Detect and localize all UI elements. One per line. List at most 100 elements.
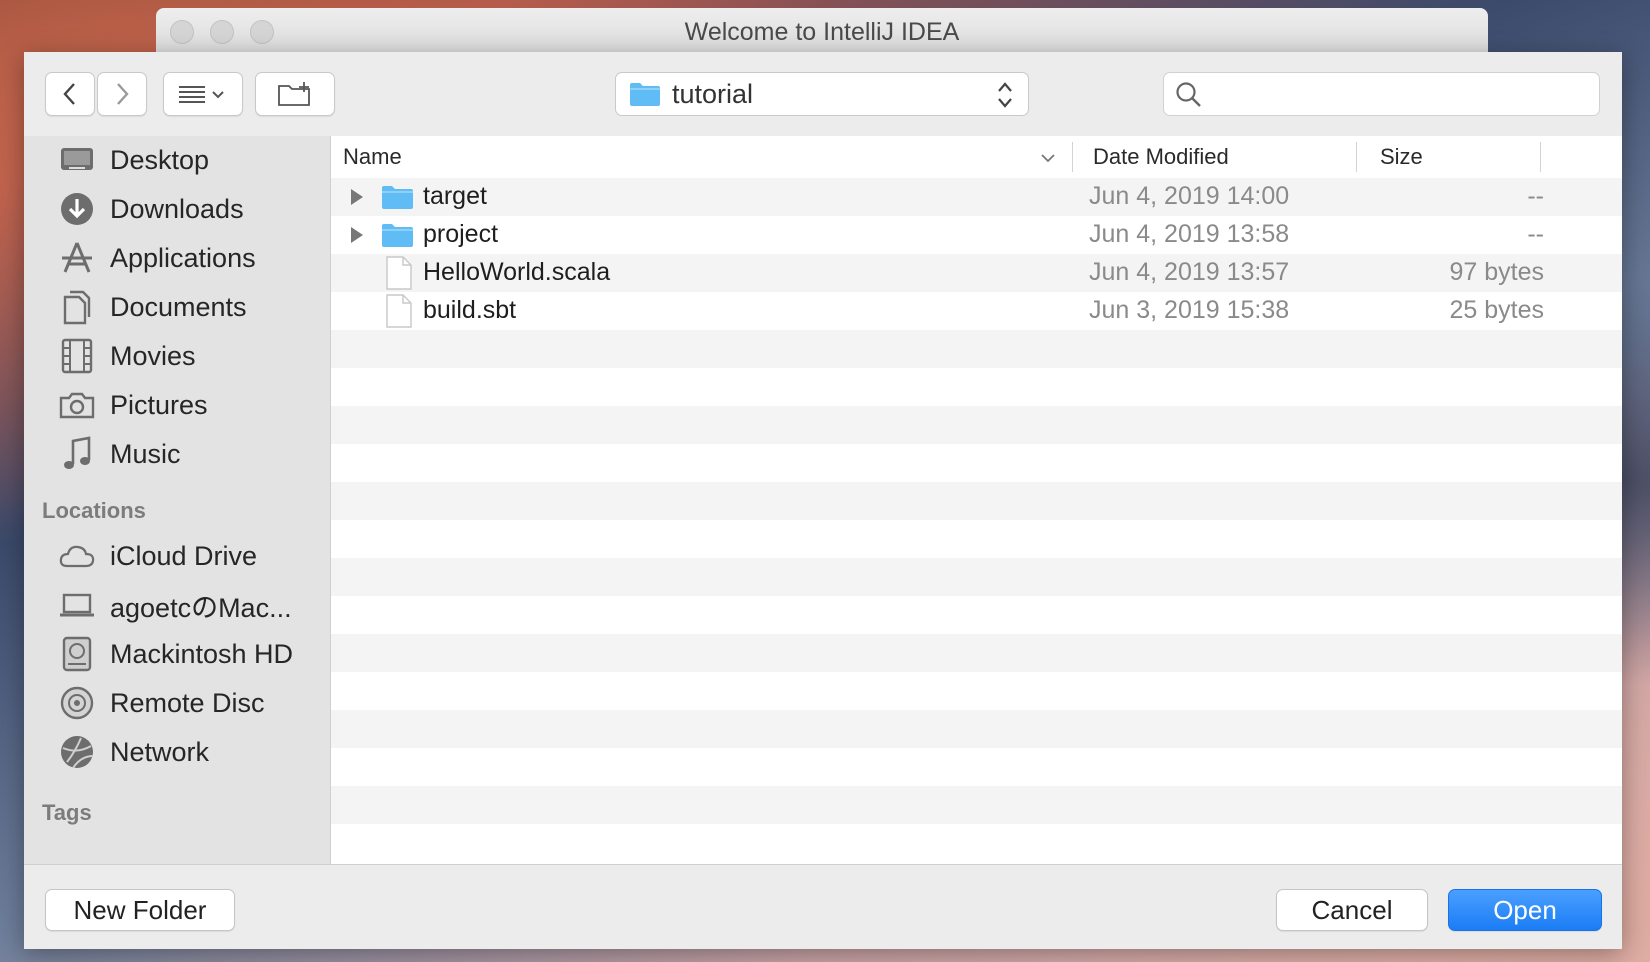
dialog-button-bar: New Folder Cancel Open: [24, 864, 1622, 949]
column-separator[interactable]: [1072, 142, 1073, 172]
table-row[interactable]: HelloWorld.scala Jun 4, 2019 13:57 97 by…: [331, 254, 1622, 292]
table-row[interactable]: build.sbt Jun 3, 2019 15:38 25 bytes: [331, 292, 1622, 330]
sidebar-item-applications[interactable]: Applications: [58, 234, 256, 282]
back-button[interactable]: [45, 72, 95, 116]
sidebar-item-label: Desktop: [110, 144, 210, 175]
search-icon: [1176, 82, 1201, 107]
sidebar-item-pictures[interactable]: Pictures: [58, 381, 208, 429]
file-name: target: [423, 182, 487, 210]
cloud-icon: [58, 537, 96, 575]
disc-icon: [58, 684, 96, 722]
search-field[interactable]: [1163, 72, 1600, 116]
folder-icon: [630, 83, 660, 106]
document-icon: [386, 294, 412, 328]
desktop-icon: [58, 141, 96, 179]
table-row-stripe: [331, 558, 1622, 596]
table-row-stripe: [331, 406, 1622, 444]
table-row-stripe: [331, 634, 1622, 672]
sidebar-item-label: Mackintosh HD: [110, 638, 294, 669]
table-row[interactable]: target Jun 4, 2019 14:00 --: [331, 178, 1622, 216]
sidebar-item-label: Applications: [110, 242, 256, 273]
window-titlebar: Welcome to IntelliJ IDEA: [156, 8, 1488, 55]
pictures-icon: [58, 386, 96, 424]
sidebar-item-movies[interactable]: Movies: [58, 332, 196, 380]
cancel-button[interactable]: Cancel: [1276, 889, 1428, 931]
file-name: HelloWorld.scala: [423, 258, 611, 286]
file-size: --: [1527, 220, 1544, 248]
sidebar-item-icloud-drive[interactable]: iCloud Drive: [58, 532, 257, 580]
file-list: Name Date Modified Size target Jun 4, 20…: [331, 136, 1622, 864]
open-file-dialog: tutorial Desktop Downloads Applications: [24, 52, 1622, 949]
chevron-right-icon: [117, 83, 129, 105]
sidebar-item-label: Remote Disc: [110, 687, 265, 718]
table-row-stripe: [331, 330, 1622, 368]
network-icon: [58, 733, 96, 771]
sidebar-item-label: Network: [110, 736, 210, 767]
sidebar-item-label: Downloads: [110, 193, 244, 224]
window-title: Welcome to IntelliJ IDEA: [684, 18, 960, 46]
folder-icon: [382, 186, 413, 209]
column-header-date-modified[interactable]: Date Modified: [1093, 144, 1229, 170]
file-size: --: [1527, 182, 1544, 210]
sidebar-item-music[interactable]: Music: [58, 430, 181, 478]
table-row[interactable]: project Jun 4, 2019 13:58 --: [331, 216, 1622, 254]
tags-heading: Tags: [42, 800, 92, 825]
new-folder-button[interactable]: New Folder: [45, 889, 235, 931]
sidebar-item-desktop[interactable]: Desktop: [58, 136, 209, 184]
applications-icon: [58, 239, 96, 277]
sidebar-item-label: Pictures: [110, 389, 208, 420]
documents-icon: [58, 288, 96, 326]
column-separator[interactable]: [1356, 142, 1357, 172]
sidebar-item-label: Music: [110, 438, 181, 469]
table-row-stripe: [331, 710, 1622, 748]
downloads-icon: [58, 190, 96, 228]
open-button[interactable]: Open: [1448, 889, 1602, 931]
document-icon: [386, 256, 412, 290]
sidebar-item-remote-disc[interactable]: Remote Disc: [58, 679, 265, 727]
sidebar-item-downloads[interactable]: Downloads: [58, 185, 244, 233]
sidebar-item-label: iCloud Drive: [110, 540, 258, 571]
file-date: Jun 4, 2019 13:58: [1089, 220, 1290, 248]
column-header-size[interactable]: Size: [1380, 144, 1423, 170]
file-date: Jun 3, 2019 15:38: [1089, 296, 1290, 324]
sidebar-item-this-mac[interactable]: agoetcのMac...: [58, 581, 292, 629]
sidebar-item-documents[interactable]: Documents: [58, 283, 247, 331]
table-row-stripe: [331, 786, 1622, 824]
disclosure-triangle-icon[interactable]: [349, 226, 365, 244]
column-header-name[interactable]: Name: [343, 144, 402, 170]
folder-icon: [382, 224, 413, 247]
list-view-icon: [179, 86, 224, 103]
forward-button[interactable]: [97, 72, 147, 116]
music-icon: [58, 435, 96, 473]
laptop-icon: [58, 586, 96, 624]
view-options-button[interactable]: [163, 72, 243, 116]
path-popup[interactable]: tutorial: [615, 72, 1029, 116]
file-size: 25 bytes: [1449, 296, 1544, 324]
locations-heading: Locations: [42, 498, 146, 523]
file-size: 97 bytes: [1449, 258, 1544, 286]
new-folder-icon: [278, 82, 310, 106]
file-date: Jun 4, 2019 14:00: [1089, 182, 1290, 210]
file-name: project: [423, 220, 499, 248]
sidebar: Desktop Downloads Applications Documents…: [24, 136, 331, 864]
column-separator[interactable]: [1540, 142, 1541, 172]
sidebar-item-network[interactable]: Network: [58, 728, 209, 776]
updown-arrows-icon: [998, 82, 1012, 108]
sidebar-item-label: Movies: [110, 340, 196, 371]
hard-drive-icon: [58, 635, 96, 673]
path-popup-label: tutorial: [672, 78, 754, 109]
movies-icon: [58, 337, 96, 375]
disclosure-triangle-icon[interactable]: [349, 188, 365, 206]
search-input[interactable]: [1214, 79, 1588, 111]
chevron-left-icon: [63, 83, 75, 105]
sidebar-item-mackintosh-hd[interactable]: Mackintosh HD: [58, 630, 293, 678]
dialog-toolbar: tutorial: [24, 52, 1622, 136]
new-folder-toolbar-button[interactable]: [255, 72, 335, 116]
file-name: build.sbt: [423, 296, 517, 324]
table-row-stripe: [331, 482, 1622, 520]
sidebar-item-label: Documents: [110, 291, 247, 322]
sidebar-item-label: agoetcのMac...: [110, 592, 292, 623]
file-date: Jun 4, 2019 13:57: [1089, 258, 1290, 286]
column-header-row: Name Date Modified Size: [331, 136, 1622, 179]
sort-chevron-down-icon: [1041, 154, 1055, 163]
